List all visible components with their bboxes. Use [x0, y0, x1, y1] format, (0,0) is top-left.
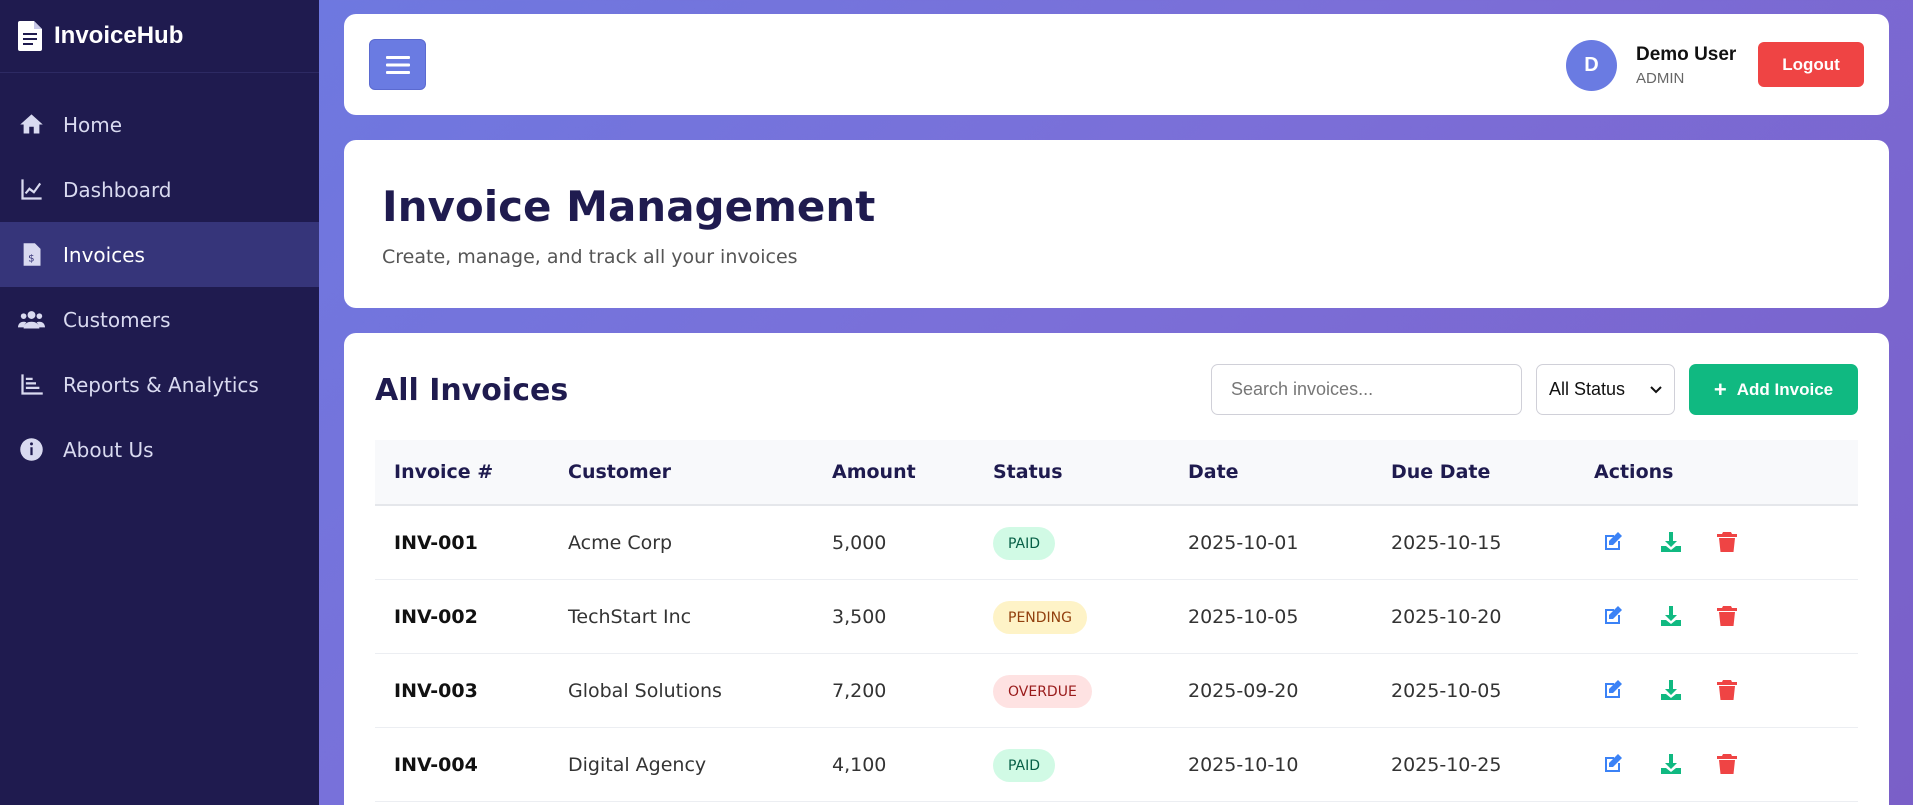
- column-header[interactable]: Customer: [568, 461, 671, 483]
- invoice-due-date: 2025-10-15: [1391, 532, 1502, 554]
- invoice-due-date: 2025-10-05: [1391, 680, 1502, 702]
- home-icon: [18, 111, 45, 138]
- sidebar-item-about[interactable]: About Us: [0, 417, 319, 482]
- column-header[interactable]: Invoice #: [394, 461, 493, 483]
- customer-name: Digital Agency: [568, 754, 707, 776]
- invoice-amount: 4,100: [832, 754, 887, 776]
- download-icon[interactable]: [1659, 604, 1683, 628]
- download-icon[interactable]: [1659, 752, 1683, 776]
- edit-icon[interactable]: [1601, 530, 1625, 554]
- table-row: INV-001 Acme Corp 5,000 PAID 2025-10-01 2025-…: [375, 506, 1858, 580]
- sidebar-item-home[interactable]: Home: [0, 92, 319, 157]
- invoice-due-date: 2025-10-25: [1391, 754, 1502, 776]
- download-icon[interactable]: [1659, 678, 1683, 702]
- table-body: INV-001 Acme Corp 5,000 PAID 2025-10-01 2025-…: [375, 506, 1858, 802]
- chart-bar-icon: [18, 371, 45, 398]
- sidebar-item-invoices[interactable]: $ Invoices: [0, 222, 319, 287]
- edit-icon[interactable]: [1601, 678, 1625, 702]
- table-row: INV-004 Digital Agency 4,100 PAID 2025-10-10…: [375, 728, 1858, 802]
- brand-name: InvoiceHub: [54, 22, 184, 49]
- invoice-date: 2025-10-05: [1188, 606, 1299, 628]
- invoice-date: 2025-10-10: [1188, 754, 1299, 776]
- sidebar-item-label: About Us: [63, 437, 154, 462]
- column-header[interactable]: Status: [993, 461, 1063, 483]
- invoice-icon: $: [18, 241, 45, 268]
- invoices-card: All Invoices All Status + Add Invoice In…: [344, 333, 1889, 805]
- column-header[interactable]: Due Date: [1391, 461, 1490, 483]
- trash-icon[interactable]: [1715, 752, 1739, 776]
- sidebar: InvoiceHub Home Dashboard $ Invoices Cus…: [0, 0, 319, 805]
- edit-icon[interactable]: [1601, 604, 1625, 628]
- edit-icon[interactable]: [1601, 752, 1625, 776]
- column-header[interactable]: Amount: [832, 461, 916, 483]
- avatar[interactable]: D: [1566, 40, 1617, 91]
- page-header: Invoice Management Create, manage, and t…: [344, 140, 1889, 308]
- chart-line-icon: [18, 176, 45, 203]
- invoice-amount: 3,500: [832, 606, 887, 628]
- chevron-down-icon: [1650, 385, 1662, 393]
- invoice-date: 2025-09-20: [1188, 680, 1299, 702]
- plus-icon: +: [1713, 376, 1727, 402]
- status-badge: OVERDUE: [993, 675, 1092, 708]
- invoice-number: INV-004: [394, 754, 478, 776]
- sidebar-item-label: Reports & Analytics: [63, 372, 259, 397]
- search-input[interactable]: [1211, 364, 1522, 415]
- invoice-number: INV-002: [394, 606, 478, 628]
- invoice-number: INV-003: [394, 680, 478, 702]
- logout-button[interactable]: Logout: [1758, 42, 1864, 87]
- trash-icon[interactable]: [1715, 530, 1739, 554]
- user-role: ADMIN: [1636, 70, 1685, 87]
- invoice-amount: 5,000: [832, 532, 887, 554]
- download-icon[interactable]: [1659, 530, 1683, 554]
- invoice-amount: 7,200: [832, 680, 887, 702]
- sidebar-item-label: Invoices: [63, 242, 145, 267]
- status-badge: PENDING: [993, 601, 1087, 634]
- sidebar-item-dashboard[interactable]: Dashboard: [0, 157, 319, 222]
- trash-icon[interactable]: [1715, 678, 1739, 702]
- invoice-due-date: 2025-10-20: [1391, 606, 1502, 628]
- page-title: Invoice Management: [382, 182, 876, 231]
- invoice-logo-icon: [18, 21, 42, 51]
- trash-icon[interactable]: [1715, 604, 1739, 628]
- sidebar-nav: Home Dashboard $ Invoices Customers Repo…: [0, 92, 319, 482]
- info-icon: [18, 436, 45, 463]
- section-title: All Invoices: [375, 373, 569, 408]
- customer-name: Acme Corp: [568, 532, 673, 554]
- hamburger-icon: [385, 55, 410, 74]
- users-icon: [18, 306, 45, 333]
- sidebar-item-customers[interactable]: Customers: [0, 287, 319, 352]
- table-row: INV-003 Global Solutions 7,200 OVERDUE 2025-…: [375, 654, 1858, 728]
- sidebar-item-label: Dashboard: [63, 177, 172, 202]
- menu-toggle-button[interactable]: [369, 39, 426, 90]
- table-header: Invoice # Customer Amount Status Date Du…: [375, 440, 1858, 506]
- add-invoice-button[interactable]: + Add Invoice: [1689, 364, 1858, 415]
- sidebar-item-reports[interactable]: Reports & Analytics: [0, 352, 319, 417]
- customer-name: Global Solutions: [568, 680, 722, 702]
- status-badge: PAID: [993, 527, 1056, 560]
- customer-name: TechStart Inc: [568, 606, 692, 628]
- column-header[interactable]: Date: [1188, 461, 1239, 483]
- add-invoice-label: Add Invoice: [1736, 379, 1834, 399]
- page-subtitle: Create, manage, and track all your invoi…: [382, 246, 798, 268]
- user-name: Demo User: [1636, 44, 1737, 65]
- invoice-number: INV-001: [394, 532, 478, 554]
- table-row: INV-002 TechStart Inc 3,500 PENDING 2025-10-…: [375, 580, 1858, 654]
- invoices-table: Invoice # Customer Amount Status Date Du…: [375, 440, 1858, 802]
- status-badge: PAID: [993, 749, 1056, 782]
- sidebar-item-label: Customers: [63, 307, 171, 332]
- brand[interactable]: InvoiceHub: [0, 0, 319, 73]
- status-filter-value: All Status: [1549, 379, 1626, 399]
- topbar: D Demo User ADMIN Logout: [344, 14, 1889, 115]
- status-filter-select[interactable]: All Status: [1536, 364, 1675, 415]
- svg-text:$: $: [28, 253, 34, 264]
- invoice-date: 2025-10-01: [1188, 532, 1299, 554]
- column-header: Actions: [1594, 461, 1674, 483]
- sidebar-item-label: Home: [63, 112, 123, 137]
